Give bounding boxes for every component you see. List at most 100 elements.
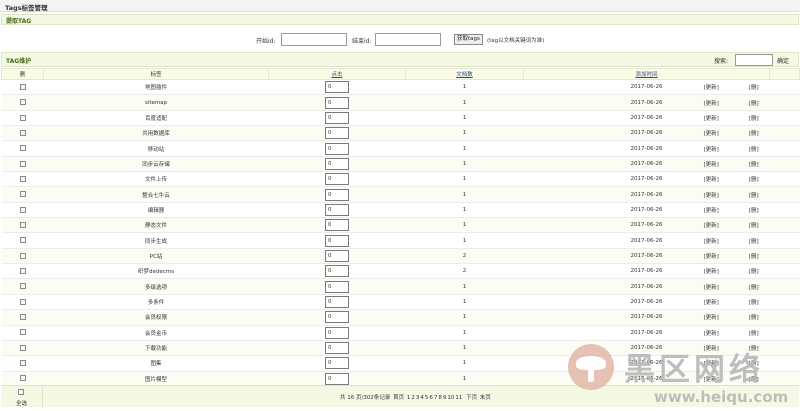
tag-name[interactable]: PC站	[43, 248, 269, 265]
delete-link[interactable]: [删]	[749, 300, 759, 306]
delete-link[interactable]: [删]	[749, 85, 759, 91]
update-link[interactable]: [更新]	[704, 331, 719, 337]
page-number-link[interactable]: 4	[420, 395, 424, 401]
page-number-link[interactable]: 10	[447, 395, 454, 401]
delete-link[interactable]: [删]	[749, 208, 759, 214]
click-count-input[interactable]: 0	[325, 311, 349, 324]
page-number-link[interactable]: 9	[443, 395, 447, 401]
page-number-link[interactable]: 6	[429, 395, 433, 401]
page-number-link[interactable]: 11	[455, 395, 462, 401]
row-select-checkbox[interactable]	[19, 222, 26, 229]
row-select-checkbox[interactable]	[19, 375, 26, 382]
page-number-link[interactable]: 2	[411, 395, 415, 401]
end-id-input[interactable]	[375, 33, 441, 46]
delete-link[interactable]: [删]	[749, 101, 759, 107]
row-select-checkbox[interactable]	[19, 83, 26, 90]
delete-link[interactable]: [删]	[749, 285, 759, 291]
row-select-checkbox[interactable]	[19, 129, 26, 136]
page-number-link[interactable]: 8	[438, 395, 442, 401]
delete-link[interactable]: [删]	[749, 193, 759, 199]
click-count-input[interactable]: 0	[325, 142, 349, 155]
tag-name[interactable]: 百度适配	[43, 110, 269, 127]
row-select-checkbox[interactable]	[19, 268, 26, 275]
delete-link[interactable]: [删]	[749, 223, 759, 229]
row-select-checkbox[interactable]	[19, 344, 26, 351]
delete-link[interactable]: [删]	[749, 239, 759, 245]
click-count-input[interactable]: 0	[325, 173, 349, 186]
update-link[interactable]: [更新]	[704, 239, 719, 245]
update-link[interactable]: [更新]	[704, 254, 719, 260]
update-link[interactable]: [更新]	[704, 116, 719, 122]
delete-link[interactable]: [删]	[749, 177, 759, 183]
click-count-input[interactable]: 0	[325, 81, 349, 94]
update-link[interactable]: [更新]	[704, 85, 719, 91]
tag-name[interactable]: 同步生成	[43, 232, 269, 249]
tag-name[interactable]: 会员金币	[43, 325, 269, 341]
delete-link[interactable]: [删]	[749, 254, 759, 260]
start-id-input[interactable]	[281, 33, 347, 46]
update-link[interactable]: [更新]	[704, 223, 719, 229]
click-count-input[interactable]: 0	[325, 234, 349, 247]
page-number-link[interactable]: 3	[416, 395, 420, 401]
click-count-input[interactable]: 0	[325, 96, 349, 109]
tag-name[interactable]: sitemap	[43, 94, 269, 111]
click-count-input[interactable]: 0	[325, 157, 349, 170]
update-link[interactable]: [更新]	[704, 101, 719, 107]
select-all-checkbox[interactable]	[18, 389, 24, 395]
row-select-checkbox[interactable]	[19, 360, 26, 367]
page-number-link[interactable]: 5	[425, 395, 429, 401]
update-link[interactable]: [更新]	[704, 147, 719, 153]
delete-link[interactable]: [删]	[749, 331, 759, 337]
col-date-sort-link[interactable]: 添加时间	[523, 68, 770, 80]
row-select-checkbox[interactable]	[19, 191, 26, 198]
click-count-input[interactable]: 0	[325, 188, 349, 201]
click-count-input[interactable]: 0	[325, 326, 349, 339]
update-link[interactable]: [更新]	[704, 315, 719, 321]
row-select-checkbox[interactable]	[19, 114, 26, 121]
delete-link[interactable]: [删]	[749, 131, 759, 137]
click-count-input[interactable]: 0	[325, 127, 349, 140]
tag-name[interactable]: 会员权限	[43, 309, 269, 326]
last-page-link[interactable]: 末页	[480, 395, 491, 401]
row-select-checkbox[interactable]	[19, 237, 26, 244]
row-select-checkbox[interactable]	[19, 314, 26, 321]
update-link[interactable]: [更新]	[704, 131, 719, 137]
click-count-input[interactable]: 0	[325, 265, 349, 278]
delete-link[interactable]: [删]	[749, 315, 759, 321]
fetch-tags-button[interactable]: 获取tags	[454, 34, 483, 45]
page-number-link[interactable]: 1	[407, 395, 411, 401]
search-submit-button[interactable]: 确定	[777, 56, 789, 65]
tag-name[interactable]: 同步云存储	[43, 156, 269, 173]
click-count-input[interactable]: 0	[325, 357, 349, 370]
tag-name[interactable]: 图集	[43, 355, 269, 372]
update-link[interactable]: [更新]	[704, 300, 719, 306]
click-count-input[interactable]: 0	[325, 111, 349, 124]
click-count-input[interactable]: 0	[325, 203, 349, 216]
tag-name[interactable]: 共用数据库	[43, 125, 269, 142]
delete-link[interactable]: [删]	[749, 116, 759, 122]
row-select-checkbox[interactable]	[19, 145, 26, 152]
update-link[interactable]: [更新]	[704, 162, 719, 168]
tag-name[interactable]: 静态文件	[43, 217, 269, 234]
update-link[interactable]: [更新]	[704, 177, 719, 183]
row-select-checkbox[interactable]	[19, 283, 26, 290]
click-count-input[interactable]: 0	[325, 249, 349, 262]
row-select-checkbox[interactable]	[19, 206, 26, 213]
delete-link[interactable]: [删]	[749, 269, 759, 275]
tag-name[interactable]: 移动站	[43, 140, 269, 157]
update-link[interactable]: [更新]	[704, 208, 719, 214]
tag-name[interactable]: 编辑器	[43, 202, 269, 219]
col-clicks-sort-link[interactable]: 点击	[268, 68, 406, 80]
tag-name[interactable]: 整合七牛云	[43, 186, 269, 203]
row-select-checkbox[interactable]	[19, 99, 26, 106]
delete-link[interactable]: [删]	[749, 147, 759, 153]
tag-name[interactable]: 文件上传	[43, 171, 269, 188]
tag-name[interactable]: 织梦dedecms	[43, 263, 269, 280]
row-select-checkbox[interactable]	[19, 329, 26, 336]
click-count-input[interactable]: 0	[325, 280, 349, 293]
update-link[interactable]: [更新]	[704, 269, 719, 275]
update-link[interactable]: [更新]	[704, 285, 719, 291]
click-count-input[interactable]: 0	[325, 295, 349, 308]
first-page-link[interactable]: 首页	[393, 395, 404, 401]
tag-name[interactable]: 下载功能	[43, 340, 269, 357]
